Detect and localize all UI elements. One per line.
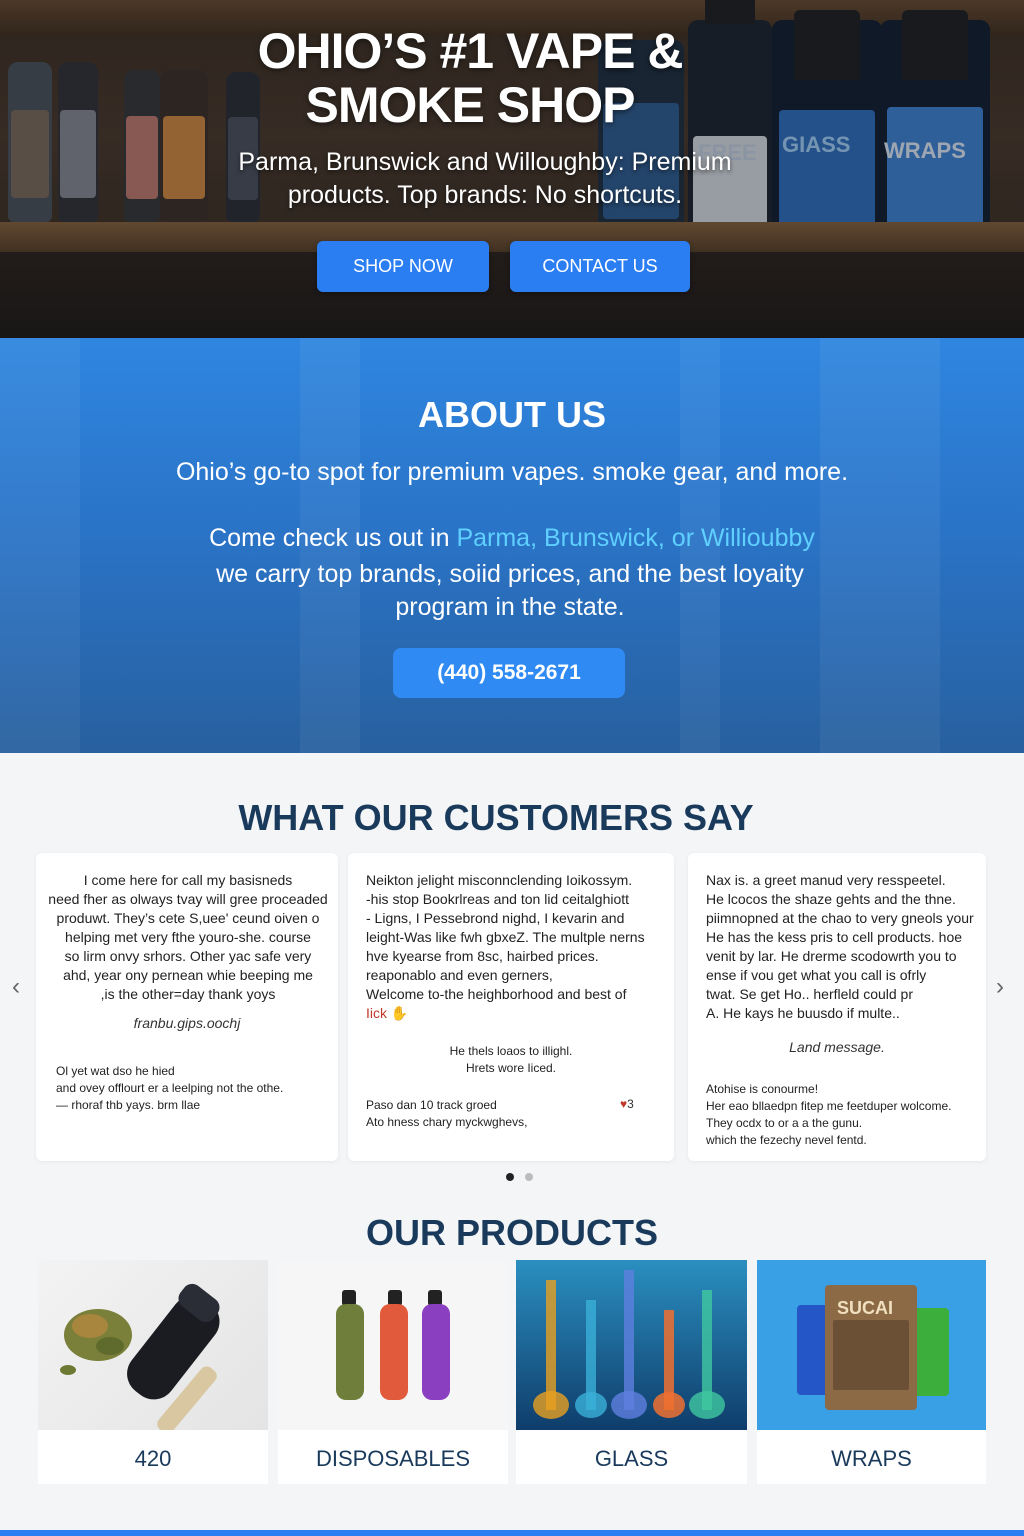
contact-us-button[interactable]: CONTACT US	[510, 241, 690, 292]
testimonial-line: He lcocos the shaze gehts and the thne.	[706, 891, 956, 907]
hero-subtitle-line1: Parma, Brunswick and Willoughby: Premium	[238, 148, 732, 176]
bongs-icon	[533, 1270, 725, 1419]
testimonial-line: - Ligns, I Pessebrond nighd, I kevarin a…	[366, 910, 625, 926]
testimonial-footer: Atohise is conourme! Her eao bllaedpn fi…	[706, 1081, 978, 1149]
product-card-420[interactable]: 420	[38, 1260, 268, 1484]
testimonial-footer-line: Her eao bllaedpn fitep me feetduper wolc…	[706, 1099, 952, 1113]
testimonial-line: so lirm onvy srhors. Other yac safe very	[64, 948, 312, 964]
vape-pens-icon	[336, 1290, 450, 1400]
about-description-line1: we carry top brands, soiid prices, and t…	[216, 560, 804, 588]
about-intro: Ohio’s go-to spot for premium vapes. smo…	[175, 458, 849, 486]
testimonial-line: piimnopned at the chao to very gneols yo…	[706, 910, 974, 926]
testimonial-footer-line: They ocdx to or a a the gunu.	[706, 1116, 863, 1130]
testimonial-footer-line: Paso dan 10 track groed	[366, 1098, 497, 1112]
testimonial-line: Welcome to-the heighborhood and best of	[366, 986, 627, 1002]
wrap-packs-icon	[797, 1285, 949, 1410]
bottom-accent-bar	[0, 1530, 1024, 1536]
testimonial-line: helping met very fthe youro-she. course	[65, 929, 311, 945]
product-image-420	[38, 1260, 268, 1434]
testimonial-footer-line: and ovey offlourt er a leelping not the …	[56, 1081, 284, 1095]
testimonial-footer-line: which the fezechy nevel fentd.	[706, 1133, 867, 1147]
testimonial-author: Land message.	[789, 1039, 885, 1055]
testimonial-reply-line: He thels loaos to illighl.	[449, 1044, 573, 1058]
testimonial-body: I come here for call my basisneds need f…	[48, 871, 328, 1004]
testimonial-tag: Iick ✋	[366, 1004, 666, 1023]
testimonial-line: ,is the other=day thank yoys	[100, 986, 276, 1002]
wrap-pack-text: SUCAI	[837, 1298, 894, 1318]
products-section: OUR PRODUCTS 420 DISPOSABLES GLASS SUCAI…	[0, 1200, 1024, 1536]
testimonial-body: Nax is. a greet manud very resspeetel. H…	[706, 871, 978, 1023]
product-card-glass[interactable]: GLASS	[516, 1260, 747, 1484]
testimonial-footer-line: Ol yet wat dso he hied	[56, 1064, 175, 1078]
testimonial-footer: Ol yet wat dso he hied and ovey offlourt…	[56, 1063, 326, 1114]
testimonial-line: A. He kays he buusdo if multe..	[706, 1005, 900, 1021]
product-label-disposables: DISPOSABLES	[315, 1446, 471, 1471]
testimonial-line: I come here for call my basisneds	[83, 872, 293, 888]
testimonial-footer-line: — rhoraf thb yays. brm llae	[56, 1098, 201, 1112]
carousel-prev-arrow-icon[interactable]: ‹	[12, 973, 20, 1001]
product-label-wraps: WRAPS	[831, 1446, 912, 1471]
about-title: ABOUT US	[418, 394, 606, 435]
testimonial-author: franbu.gips.oochj	[133, 1015, 241, 1031]
thumbs-up-icon: ✋	[390, 1005, 409, 1021]
hero-title-line1: OHIO’S #1 VAPE &	[257, 23, 684, 79]
reaction-badge: ♥3	[620, 1097, 634, 1111]
testimonials-section: WHAT OUR CUSTOMERS SAY ‹ › I come here f…	[0, 753, 1024, 1200]
testimonial-tag-text: Iick	[366, 1005, 387, 1021]
grinder-icon	[60, 1283, 220, 1434]
about-description-line2: program in the state.	[395, 593, 625, 621]
about-locations-highlight[interactable]: Parma, Brunswick, or Willioubby	[456, 524, 814, 552]
hero-section: FREE GIASS WRAPS OHIO’S #1 VAPE & SMOKE …	[0, 0, 1024, 338]
products-title: OUR PRODUCTS	[365, 1212, 658, 1253]
testimonial-line: hve kyearse from 8sc, hairbed prices.	[366, 948, 599, 964]
testimonial-line: Neikton jelight misconnclending Ioikossy…	[366, 872, 633, 888]
product-image-wraps: SUCAI	[757, 1260, 986, 1430]
hero-title: OHIO’S #1 VAPE & SMOKE SHOP	[200, 24, 740, 132]
shop-now-button[interactable]: SHOP NOW	[317, 241, 489, 292]
product-label-glass: GLASS	[594, 1446, 669, 1471]
testimonial-line: venit by lar. He drerme scodowrth you to	[706, 948, 957, 964]
product-card-disposables[interactable]: DISPOSABLES	[278, 1260, 508, 1484]
testimonial-footer-line: Ato hness chary myckwghevs,	[366, 1115, 528, 1129]
hero-title-line2: SMOKE SHOP	[305, 77, 636, 133]
product-image-disposables	[278, 1260, 508, 1430]
testimonial-line: produwt. They’s cete S,uee' ceund oiven …	[56, 910, 320, 926]
phone-button[interactable]: (440) 558-2671	[393, 648, 625, 698]
testimonial-footer-line: Atohise is conourme!	[706, 1082, 819, 1096]
testimonial-line: ahd, year ony pernean whie beeping me	[63, 967, 313, 983]
product-label-420: 420	[134, 1446, 172, 1471]
testimonial-line: -his stop Bookrlreas and ton lid ceitalg…	[366, 891, 630, 907]
about-description: we carry top brands, soiid prices, and t…	[180, 558, 840, 624]
testimonials-title: WHAT OUR CUSTOMERS SAY	[238, 797, 754, 838]
testimonial-card: Nax is. a greet manud very resspeetel. H…	[688, 853, 986, 1161]
testimonial-reply-line: Hrets wore Iiced.	[465, 1061, 557, 1075]
testimonial-line: need fher as olways tvay will gree proce…	[48, 891, 328, 907]
testimonial-line: ense if vou get what you call is ofrly	[706, 967, 927, 983]
product-card-wraps[interactable]: SUCAI WRAPS	[757, 1260, 986, 1484]
testimonial-line: leight-Was like fwh gbxeZ. The multple n…	[366, 929, 645, 945]
hero-subtitle: Parma, Brunswick and Willoughby: Premium…	[190, 146, 780, 212]
testimonial-card: I come here for call my basisneds need f…	[36, 853, 338, 1161]
carousel-dots	[506, 1173, 533, 1181]
testimonial-card: Neikton jelight misconnclending Ioikossy…	[348, 853, 674, 1161]
about-locations-prefix: Come check us out in	[209, 524, 457, 552]
about-locations: Come check us out in Parma, Brunswick, o…	[0, 524, 1024, 553]
testimonial-line: reaponablo and even gerners,	[366, 967, 553, 983]
testimonial-reply: He thels loaos to illighl. Hrets wore Ii…	[348, 1043, 674, 1077]
reaction-count: 3	[627, 1097, 634, 1111]
carousel-dot-1[interactable]	[506, 1173, 514, 1181]
carousel-next-arrow-icon[interactable]: ›	[996, 973, 1004, 1001]
testimonial-line: Nax is. a greet manud very resspeetel.	[706, 872, 946, 888]
hero-subtitle-line2: products. Top brands: No shortcuts.	[287, 181, 683, 209]
product-image-glass	[516, 1260, 747, 1430]
testimonial-footer: Paso dan 10 track groed Ato hness chary …	[366, 1097, 606, 1131]
testimonial-line: He has the kess pris to cell products. h…	[706, 929, 963, 945]
testimonial-line: twat. Se get Ho.. herfleld could pr	[706, 986, 913, 1002]
carousel-dot-2[interactable]	[525, 1173, 533, 1181]
testimonial-body: Neikton jelight misconnclending Ioikossy…	[366, 871, 666, 1023]
